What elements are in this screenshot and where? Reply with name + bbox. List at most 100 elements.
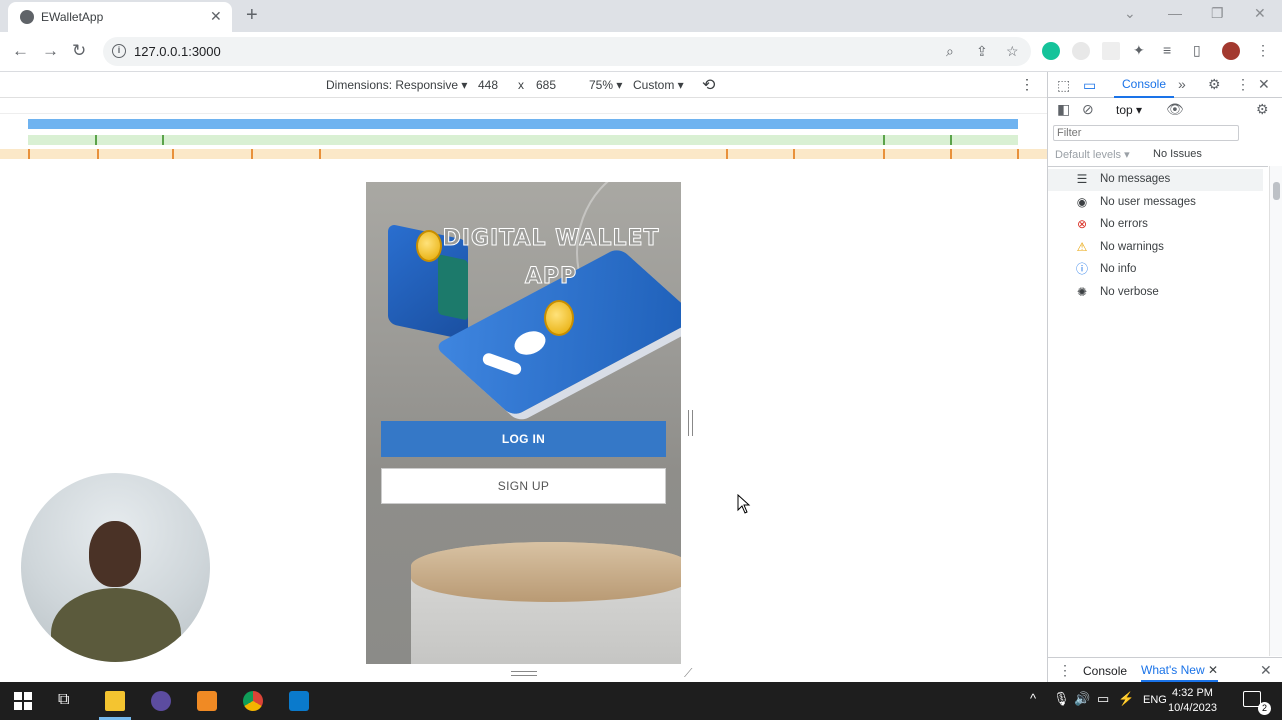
reading-list-icon[interactable]: ≡ xyxy=(1163,42,1171,58)
console-sidebar-item-warnings[interactable]: ⚠ No warnings xyxy=(1048,237,1263,259)
microphone-icon[interactable]: 🎙 xyxy=(1053,691,1070,707)
menu-kebab-icon[interactable]: ⋮ xyxy=(1256,42,1270,59)
vscode-icon[interactable] xyxy=(289,691,309,711)
tab-search-icon[interactable]: ⌄ xyxy=(1124,5,1136,22)
task-view-icon[interactable]: ⧉ xyxy=(58,691,78,711)
reload-icon[interactable]: ↻ xyxy=(72,41,86,61)
breakpoint-marker xyxy=(28,149,30,159)
close-tab-icon[interactable]: ✕ xyxy=(210,8,222,25)
network-icon[interactable]: ▭ xyxy=(1097,691,1109,707)
console-sidebar-item-errors[interactable]: ⊗ No errors xyxy=(1048,214,1263,236)
sidebar-toggle-icon[interactable]: ◧ xyxy=(1057,101,1070,118)
side-panel-icon[interactable]: ▯ xyxy=(1193,42,1201,59)
mouse-cursor-icon xyxy=(737,494,751,514)
site-info-icon[interactable]: i xyxy=(112,44,126,58)
dimensions-label: Dimensions: Responsive xyxy=(326,78,459,92)
bug-icon: ✺ xyxy=(1076,285,1088,299)
console-settings-icon[interactable]: ⚙ xyxy=(1256,101,1269,118)
url-text[interactable]: 127.0.0.1:3000 xyxy=(134,44,221,59)
volume-icon[interactable]: 🔊 xyxy=(1074,691,1090,707)
console-sidebar-item-user-messages[interactable]: ◉ No user messages xyxy=(1048,192,1263,214)
more-tabs-icon[interactable]: » xyxy=(1178,76,1186,92)
breakpoint-marker xyxy=(726,149,728,159)
console-sidebar-item-info[interactable]: ⓘ No info xyxy=(1048,259,1263,281)
resize-handle-right[interactable] xyxy=(688,410,693,436)
drawer-tab-console[interactable]: Console xyxy=(1083,664,1127,678)
clock-date: 10/4/2023 xyxy=(1168,702,1217,714)
address-bar[interactable]: i 127.0.0.1:3000 ⌕ ⇪ ☆ xyxy=(103,37,1031,66)
sidebar-item-label: No messages xyxy=(1100,173,1171,185)
share-icon[interactable]: ⇪ xyxy=(976,43,988,60)
console-filter-input[interactable]: Filter xyxy=(1053,125,1239,141)
extension-icon[interactable] xyxy=(1072,42,1090,60)
emulated-viewport: DIGITAL WALLET APP LOG IN SIGN UP xyxy=(366,182,681,664)
taskbar-clock[interactable]: 4:32 PM 10/4/2023 xyxy=(1168,686,1217,716)
sidebar-item-label: No errors xyxy=(1100,218,1148,230)
dimensions-dropdown[interactable]: Dimensions: Responsive ▾ xyxy=(326,78,467,92)
close-drawer-icon[interactable]: ✕ xyxy=(1260,662,1272,679)
drawer-menu-icon[interactable]: ⋮ xyxy=(1058,662,1072,679)
close-tab-icon[interactable]: ✕ xyxy=(1208,663,1218,677)
rotate-icon[interactable]: ⟲ xyxy=(702,75,715,95)
devtools-scrollbar[interactable] xyxy=(1269,166,1282,656)
forward-icon[interactable]: → xyxy=(42,41,59,61)
min-max-bar[interactable] xyxy=(28,135,1018,145)
error-icon: ⊗ xyxy=(1076,217,1088,231)
tab-console[interactable]: Console xyxy=(1114,72,1174,98)
viewport-width-input[interactable]: 448 xyxy=(472,76,518,94)
restore-button[interactable]: ❐ xyxy=(1211,5,1224,22)
signup-button[interactable]: SIGN UP xyxy=(381,468,666,504)
devtools-menu-icon[interactable]: ⋮ xyxy=(1236,76,1250,93)
zoom-label: 75% xyxy=(589,78,614,92)
clock-time: 4:32 PM xyxy=(1171,687,1213,699)
grammarly-extension-icon[interactable] xyxy=(1042,42,1060,60)
battery-icon[interactable]: ⚡ xyxy=(1118,691,1134,707)
context-selector[interactable]: top ▾ xyxy=(1116,103,1142,117)
webcam-overlay xyxy=(21,473,210,662)
close-devtools-icon[interactable]: ✕ xyxy=(1258,76,1270,93)
resize-corner-icon[interactable]: ⟋ xyxy=(684,666,692,681)
min-width-bar[interactable] xyxy=(0,149,1047,159)
max-width-bar[interactable] xyxy=(28,119,1018,129)
throttle-label: Custom xyxy=(633,78,675,92)
minimize-button[interactable]: — xyxy=(1168,5,1182,21)
eclipse-icon[interactable] xyxy=(151,691,171,711)
close-window-button[interactable]: ✕ xyxy=(1254,5,1266,22)
drawer-tab-whats-new[interactable]: What's New ✕ xyxy=(1141,658,1219,682)
back-icon[interactable]: ← xyxy=(12,41,29,61)
puzzle-extensions-icon[interactable]: ✦ xyxy=(1133,42,1145,59)
sidebar-item-label: No verbose xyxy=(1100,286,1159,298)
device-toggle-icon[interactable]: ▭ xyxy=(1083,77,1096,94)
extension-icon-2[interactable] xyxy=(1102,42,1120,60)
sublime-text-icon[interactable] xyxy=(197,691,217,711)
resize-handle-bottom[interactable] xyxy=(511,671,537,676)
language-indicator[interactable]: ENG xyxy=(1143,694,1167,706)
throttle-dropdown[interactable]: Custom ▾ xyxy=(633,78,684,92)
bookmark-star-icon[interactable]: ☆ xyxy=(1006,43,1019,60)
settings-gear-icon[interactable]: ⚙ xyxy=(1208,76,1221,93)
tab-title: EWalletApp xyxy=(41,10,104,24)
zoom-dropdown[interactable]: 75% ▾ xyxy=(589,78,622,92)
browser-tab[interactable]: EWalletApp ✕ xyxy=(8,2,232,32)
show-hidden-icons[interactable]: ^ xyxy=(1030,691,1036,706)
scroll-thumb[interactable] xyxy=(1273,182,1280,200)
windows-taskbar: ⧉ ^ 🎙 🔊 ▭ ⚡ ENG 4:32 PM 10/4/2023 2 xyxy=(0,682,1282,720)
default-levels-dropdown[interactable]: Default levels ▾ xyxy=(1055,148,1130,161)
clear-console-icon[interactable]: ⊘ xyxy=(1082,101,1094,118)
file-explorer-icon[interactable] xyxy=(105,691,125,711)
live-expression-eye-icon[interactable]: 👁 xyxy=(1166,101,1184,118)
inspect-element-icon[interactable]: ⬚ xyxy=(1057,77,1070,94)
zoom-search-icon[interactable]: ⌕ xyxy=(946,43,954,60)
device-toolbar-menu-icon[interactable]: ⋮ xyxy=(1020,76,1034,93)
chrome-icon[interactable] xyxy=(243,691,263,711)
media-query-bars xyxy=(0,98,1047,162)
windows-start-icon[interactable] xyxy=(14,692,32,710)
console-sidebar-item-verbose[interactable]: ✺ No verbose xyxy=(1048,282,1263,304)
profile-avatar[interactable] xyxy=(1222,42,1240,60)
login-button[interactable]: LOG IN xyxy=(381,421,666,457)
issues-count[interactable]: No Issues xyxy=(1153,148,1202,160)
viewport-height-input[interactable]: 685 xyxy=(530,76,576,94)
breakpoint-marker xyxy=(883,135,885,145)
console-sidebar-item-messages[interactable]: ☰ No messages xyxy=(1048,169,1263,191)
new-tab-button[interactable]: + xyxy=(246,4,258,27)
